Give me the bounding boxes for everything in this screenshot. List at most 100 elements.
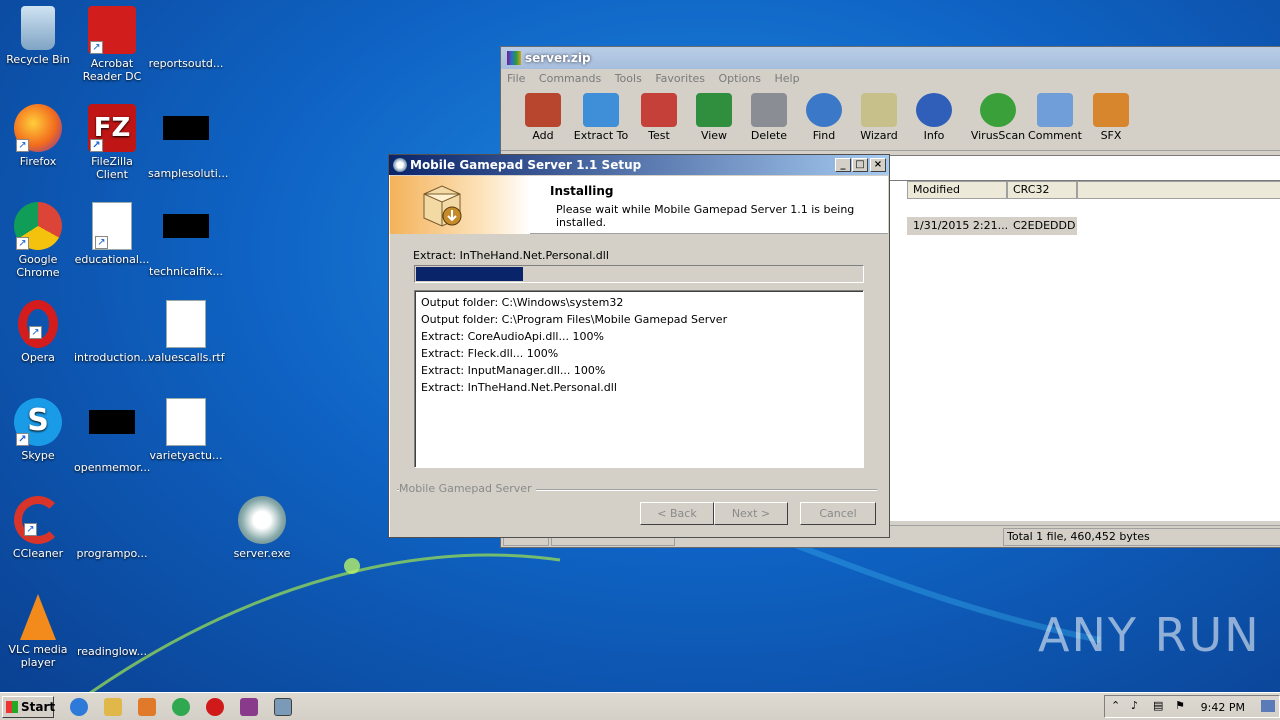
desktop-icon-valuescalls[interactable]: valuescalls.rtf [148, 300, 225, 364]
setup-taskbar-icon[interactable] [274, 698, 292, 716]
toolbar-label: SFX [1100, 129, 1122, 142]
row-modified: 1/31/2015 2:21... [913, 219, 1009, 232]
start-label: Start [21, 700, 56, 714]
desktop-icon-varietyactu[interactable]: varietyactu... [148, 398, 224, 462]
ie-taskbar-icon[interactable] [70, 698, 88, 716]
close-button[interactable]: × [870, 158, 886, 172]
row-crc32: C2EDEDDD [1013, 219, 1076, 232]
table-row[interactable]: 1/31/2015 2:21... C2EDEDDD [907, 217, 1077, 235]
windows-flag-icon [6, 701, 18, 713]
menu-file[interactable]: File [507, 69, 525, 89]
toolbar-virusscan-button[interactable]: VirusScan [968, 93, 1028, 142]
shortcut-arrow-icon: ↗ [16, 139, 29, 152]
menu-commands[interactable]: Commands [539, 69, 601, 89]
desktop-icon-technicalfix[interactable]: technicalfix... [148, 202, 224, 278]
desktop-icon-chrome[interactable]: ↗ Google Chrome [0, 202, 76, 279]
filezilla-icon: FZ ↗ [88, 104, 136, 152]
toolbar-wizard-button[interactable]: Wizard [849, 93, 909, 142]
toolbar-find-button[interactable]: Find [794, 93, 854, 142]
tray-expand-icon[interactable]: ⌃ [1111, 699, 1120, 712]
log-line: Output folder: C:\Program Files\Mobile G… [421, 313, 728, 326]
anyrun-watermark: ANY RUN [1038, 608, 1261, 662]
volume-icon[interactable]: ♪ [1131, 699, 1138, 712]
desktop-icon-label: Acrobat Reader DC [82, 57, 142, 83]
log-line: Output folder: C:\Windows\system32 [421, 296, 624, 309]
desktop-icon-server-exe[interactable]: server.exe [224, 496, 300, 560]
show-desktop-icon[interactable] [1261, 700, 1275, 712]
header-title: Installing [550, 184, 614, 198]
desktop-icon-label: VLC media player [8, 643, 68, 669]
toolbar-label: Find [812, 129, 836, 142]
desktop-icon-vlc[interactable]: VLC media player [0, 594, 76, 669]
progress-fill [416, 267, 524, 281]
desktop-icon-label: openmemor... [74, 461, 151, 474]
network-icon[interactable]: ▤ [1153, 699, 1163, 712]
column-crc32[interactable]: CRC32 [1007, 181, 1077, 199]
opera-icon: ↗ [18, 300, 58, 348]
toolbar-sfx-button[interactable]: SFX [1081, 93, 1141, 142]
winrar-file-list[interactable]: Modified CRC32 1/31/2015 2:21... C2EDEDD… [889, 181, 1280, 521]
start-button[interactable]: Start [2, 696, 56, 718]
opera-taskbar-icon[interactable] [206, 698, 224, 716]
winrar-titlebar[interactable]: server.zip [501, 47, 1280, 69]
desktop-icon-label: programpo... [76, 547, 148, 560]
desktop-icon-openmemor[interactable]: openmemor... [74, 398, 150, 474]
next-button[interactable]: Next > [714, 502, 788, 525]
shortcut-arrow-icon: ↗ [16, 433, 29, 446]
desktop-icon-programpo[interactable]: programpo... [74, 496, 150, 560]
setup-app-icon [393, 158, 407, 172]
desktop-icon-reportsoutd[interactable]: reportsoutd... [148, 6, 224, 70]
desktop-icon-filezilla[interactable]: FZ ↗ FileZilla Client [74, 104, 150, 181]
media-player-taskbar-icon[interactable] [138, 698, 156, 716]
menu-help[interactable]: Help [774, 69, 799, 89]
column-modified[interactable]: Modified [907, 181, 1007, 199]
desktop-icon-label: CCleaner [12, 547, 64, 560]
toolbar-comment-button[interactable]: Comment [1025, 93, 1085, 142]
minimize-button[interactable]: _ [835, 158, 851, 172]
desktop-icon-educational[interactable]: ↗ educational... [74, 202, 150, 266]
toolbar-extract-to-button[interactable]: Extract To [571, 93, 631, 142]
toolbar-delete-button[interactable]: Delete [739, 93, 799, 142]
log-line: Extract: CoreAudioApi.dll... 100% [421, 330, 604, 343]
word-doc-icon: ↗ [92, 202, 132, 250]
toolbar-test-button[interactable]: Test [629, 93, 689, 142]
desktop-icon-label: server.exe [233, 547, 291, 560]
desktop-icon-readinglow[interactable]: readinglow... [74, 594, 150, 658]
winrar-address-bar[interactable] [889, 155, 1280, 181]
desktop-icon-firefox[interactable]: ↗ Firefox [0, 104, 76, 168]
menu-favorites[interactable]: Favorites [655, 69, 705, 89]
desktop-icon-label: introduction... [74, 351, 151, 364]
ccleaner-icon: ↗ [14, 496, 62, 544]
setup-titlebar[interactable]: Mobile Gamepad Server 1.1 Setup _ □ × [389, 155, 889, 175]
winrar-menubar: File Commands Tools Favorites Options He… [501, 69, 1280, 89]
maximize-button[interactable]: □ [852, 158, 868, 172]
winrar-taskbar-icon[interactable] [240, 698, 258, 716]
desktop-icon-label: Opera [21, 351, 55, 364]
desktop-icon-recycle-bin[interactable]: Recycle Bin [0, 6, 76, 66]
setup-dialog: Mobile Gamepad Server 1.1 Setup _ □ × In… [388, 154, 890, 538]
back-button[interactable]: < Back [640, 502, 714, 525]
install-log[interactable]: Output folder: C:\Windows\system32 Outpu… [414, 290, 864, 468]
desktop-icon-samplesoluti[interactable]: samplesoluti... [148, 104, 228, 180]
desktop-icon-label: educational... [74, 253, 150, 266]
blank-file-icon [88, 594, 136, 642]
cancel-button[interactable]: Cancel [800, 502, 876, 525]
clock[interactable]: 9:42 PM [1201, 701, 1245, 714]
desktop-icon-acrobat[interactable]: ↗ Acrobat Reader DC [74, 6, 150, 83]
menu-tools[interactable]: Tools [615, 69, 642, 89]
toolbar-label: VirusScan [970, 129, 1026, 142]
desktop-icon-ccleaner[interactable]: ↗ CCleaner [0, 496, 76, 560]
desktop-icon-label: readinglow... [76, 645, 148, 658]
toolbar-add-button[interactable]: Add [513, 93, 573, 142]
toolbar-view-button[interactable]: View [684, 93, 744, 142]
desktop-icon-introduction[interactable]: introduction... [74, 300, 151, 364]
desktop-icon-skype[interactable]: S ↗ Skype [0, 398, 76, 462]
status-total: Total 1 file, 460,452 bytes [1003, 528, 1280, 546]
menu-options[interactable]: Options [719, 69, 761, 89]
action-center-flag-icon[interactable]: ⚑ [1175, 699, 1185, 712]
toolbar-info-button[interactable]: Info [904, 93, 964, 142]
explorer-taskbar-icon[interactable] [104, 698, 122, 716]
desktop-icon-opera[interactable]: ↗ Opera [0, 300, 76, 364]
log-line: Extract: Fleck.dll... 100% [421, 347, 559, 360]
chrome-taskbar-icon[interactable] [172, 698, 190, 716]
